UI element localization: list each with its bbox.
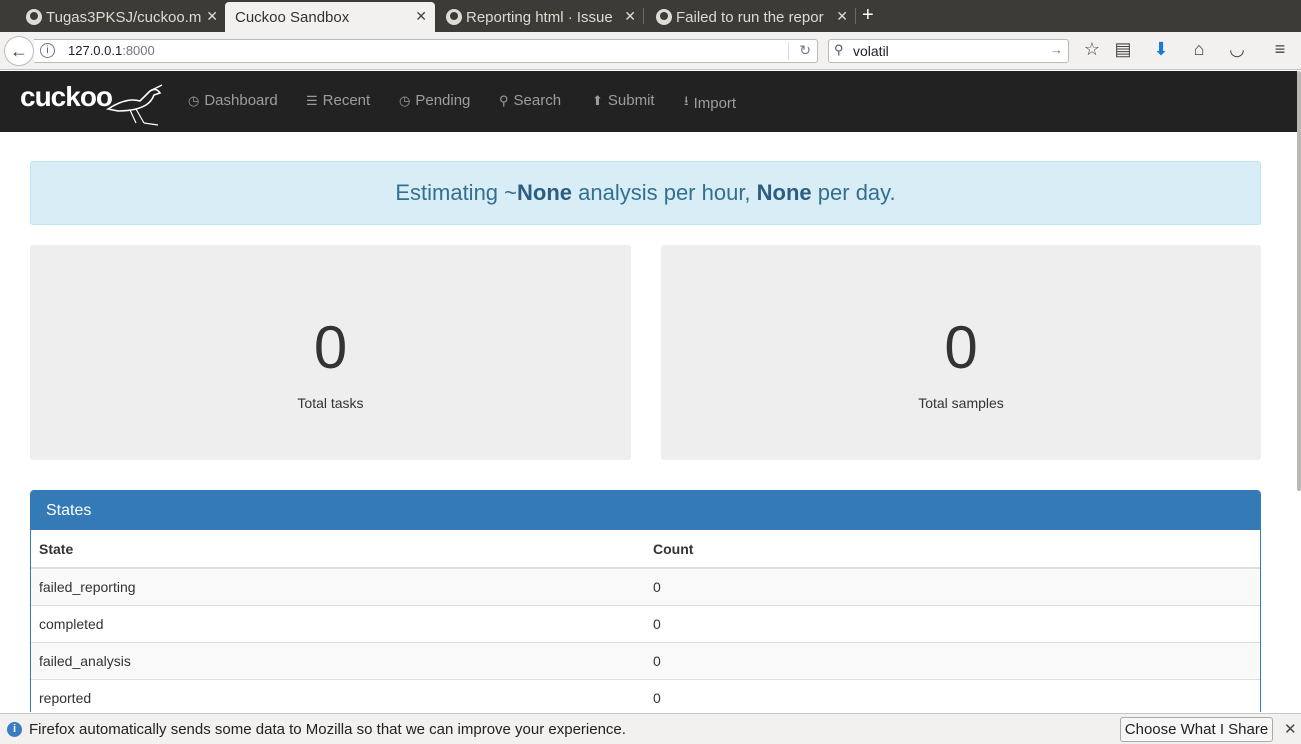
app-navbar: cuckoo ◷ Dashboard ☰ Recent ◷ Pending ⚲ xyxy=(0,71,1297,132)
total-tasks-card: 0 Total tasks xyxy=(30,245,631,460)
table-row: failed_reporting 0 xyxy=(31,567,1260,605)
search-bar[interactable]: ⚲ volatil → xyxy=(828,39,1069,63)
close-icon[interactable]: ✕ xyxy=(415,8,427,25)
nav-label: Pending xyxy=(415,92,471,109)
count-cell: 0 xyxy=(645,567,1260,605)
new-tab-icon[interactable]: + xyxy=(862,4,874,27)
clock-icon: ◷ xyxy=(399,92,411,108)
estimate-per-hour: None xyxy=(517,180,572,205)
search-icon: ⚲ xyxy=(499,92,509,108)
reload-icon[interactable]: ↻ xyxy=(799,42,811,59)
bookmark-star-icon[interactable]: ☆ xyxy=(1080,39,1104,60)
url-text: 127.0.0.1:8000 xyxy=(68,43,155,58)
info-icon: i xyxy=(7,722,22,737)
close-icon[interactable]: ✕ xyxy=(836,8,848,25)
tab-title: Reporting html · Issue xyxy=(466,8,613,26)
tab-title: Failed to run the repor xyxy=(676,8,824,26)
states-table: State Count failed_reporting 0 completed… xyxy=(31,530,1260,712)
url-port: :8000 xyxy=(122,43,155,58)
bird-logo-icon xyxy=(106,84,163,126)
github-icon xyxy=(26,9,42,25)
states-panel-title: States xyxy=(31,491,1260,530)
nav-label: Submit xyxy=(607,92,655,109)
states-panel: States State Count failed_reporting 0 co… xyxy=(30,490,1261,712)
menu-icon[interactable]: ≡ xyxy=(1268,39,1292,60)
estimate-per-day: None xyxy=(756,180,812,205)
total-tasks-value: 0 xyxy=(313,314,348,381)
dashboard-icon: ◷ xyxy=(188,92,200,108)
scrollbar-thumb[interactable] xyxy=(1297,71,1301,491)
nav-dashboard[interactable]: ◷ Dashboard xyxy=(188,92,278,109)
notification-bar: i Firefox automatically sends some data … xyxy=(0,713,1301,744)
state-cell: completed xyxy=(31,604,645,642)
info-icon[interactable]: i xyxy=(40,43,55,58)
back-icon[interactable]: ← xyxy=(4,36,34,66)
count-cell: 0 xyxy=(645,604,1260,642)
tab-github-repo[interactable]: Tugas3PKSJ/cuckoo.m ✕ xyxy=(22,2,226,32)
search-icon: ⚲ xyxy=(834,42,844,57)
github-icon xyxy=(446,9,462,25)
tab-reporting-issue[interactable]: Reporting html · Issue ✕ xyxy=(442,2,644,32)
close-icon[interactable]: ✕ xyxy=(206,8,218,25)
table-header-row: State Count xyxy=(31,530,1260,569)
table-row: failed_analysis 0 xyxy=(31,641,1260,679)
url-divider xyxy=(788,42,789,60)
tab-failed-report[interactable]: Failed to run the repor ✕ xyxy=(652,2,856,32)
import-icon: ⭳ xyxy=(684,93,689,108)
total-samples-value: 0 xyxy=(944,314,978,381)
reading-list-icon[interactable]: ▤ xyxy=(1111,39,1135,60)
tab-title: Cuckoo Sandbox xyxy=(235,8,350,26)
total-samples-label: Total samples xyxy=(918,395,1004,411)
estimate-alert: Estimating ~None analysis per hour, None… xyxy=(30,161,1261,225)
state-cell: failed_reporting xyxy=(31,567,645,605)
count-cell: 0 xyxy=(645,641,1260,679)
nav-label: Dashboard xyxy=(204,92,278,109)
nav-import[interactable]: ⭳ Import xyxy=(684,92,736,114)
total-tasks-label: Total tasks xyxy=(297,395,364,411)
estimate-mid: analysis per hour, xyxy=(572,180,757,205)
search-input[interactable]: volatil xyxy=(853,43,889,59)
download-icon[interactable]: ⬇ xyxy=(1149,39,1173,60)
notification-message: Firefox automatically sends some data to… xyxy=(29,721,626,738)
tab-separator xyxy=(643,8,644,24)
url-bar[interactable]: i 127.0.0.1:8000 ↻ xyxy=(34,39,818,63)
column-header-state: State xyxy=(31,530,645,569)
estimate-prefix: Estimating ~ xyxy=(395,180,517,205)
pocket-icon[interactable]: ◡ xyxy=(1225,39,1249,60)
tab-separator xyxy=(855,8,856,24)
total-samples-card: 0 Total samples xyxy=(661,245,1261,460)
state-cell: reported xyxy=(31,678,645,712)
url-host: 127.0.0.1 xyxy=(68,43,123,58)
nav-search[interactable]: ⚲ Search xyxy=(499,92,561,109)
github-icon xyxy=(656,9,672,25)
count-cell: 0 xyxy=(645,678,1260,712)
tab-title: Tugas3PKSJ/cuckoo.m xyxy=(46,8,201,26)
table-row: reported 0 xyxy=(31,678,1260,712)
browser-toolbar: ← i 127.0.0.1:8000 ↻ ⚲ volatil → ☆ ▤ ⬇ ⌂… xyxy=(0,32,1301,70)
tab-cuckoo-sandbox[interactable]: Cuckoo Sandbox ✕ xyxy=(225,2,435,32)
nav-submit[interactable]: ⬆ Submit xyxy=(592,92,655,109)
upload-icon: ⬆ xyxy=(592,92,603,108)
cuckoo-logo[interactable]: cuckoo xyxy=(20,81,113,113)
page-content: cuckoo ◷ Dashboard ☰ Recent ◷ Pending ⚲ xyxy=(0,71,1301,712)
column-header-count: Count xyxy=(645,530,1260,569)
estimate-suffix: per day. xyxy=(811,180,896,205)
close-icon[interactable]: ✕ xyxy=(624,8,636,25)
table-row: completed 0 xyxy=(31,604,1260,642)
state-cell: failed_analysis xyxy=(31,641,645,679)
tab-strip: Tugas3PKSJ/cuckoo.m ✕ Cuckoo Sandbox ✕ R… xyxy=(0,0,1301,32)
nav-pending[interactable]: ◷ Pending xyxy=(399,92,470,109)
nav-label: Import xyxy=(693,94,737,112)
list-icon: ☰ xyxy=(306,92,318,108)
choose-what-i-share-button[interactable]: Choose What I Share xyxy=(1120,717,1273,742)
browser-window: Tugas3PKSJ/cuckoo.m ✕ Cuckoo Sandbox ✕ R… xyxy=(0,0,1301,744)
home-icon[interactable]: ⌂ xyxy=(1187,39,1211,60)
close-icon[interactable]: ✕ xyxy=(1284,720,1297,738)
nav-label: Recent xyxy=(322,92,371,109)
go-arrow-icon[interactable]: → xyxy=(1050,42,1063,57)
nav-label: Search xyxy=(513,92,562,109)
nav-recent[interactable]: ☰ Recent xyxy=(306,92,370,109)
